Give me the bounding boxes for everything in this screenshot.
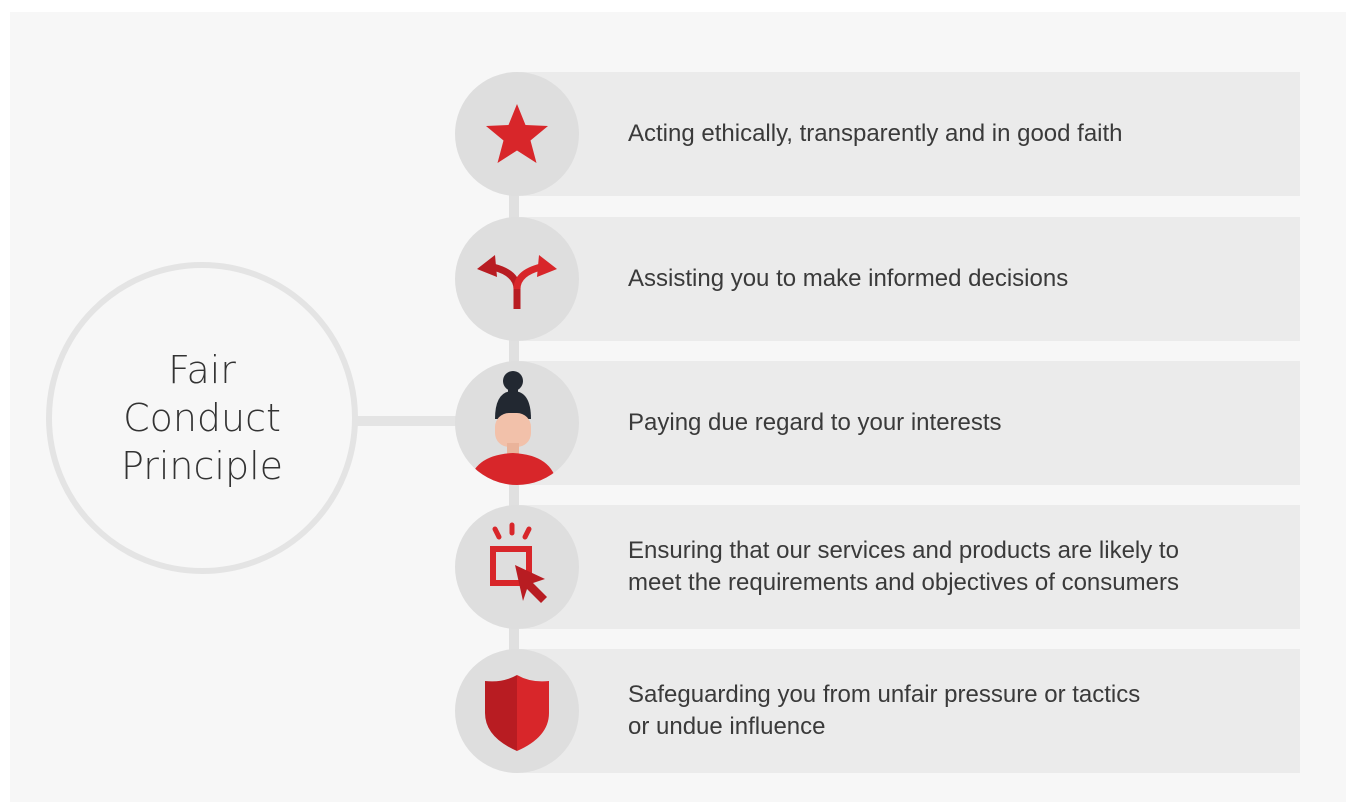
person-icon xyxy=(455,361,579,485)
principle-row-4: Ensuring that our services and products … xyxy=(516,505,1300,629)
principle-label: Assisting you to make informed decisions xyxy=(628,265,1069,292)
principle-label: Ensuring that our services and products … xyxy=(628,537,1179,596)
principle-row-5: Safeguarding you from unfair pressure or… xyxy=(516,649,1300,773)
principle-row-3: Paying due regard to your interests xyxy=(516,361,1300,485)
principle-row-2: Assisting you to make informed decisions xyxy=(516,217,1300,341)
star-icon xyxy=(455,72,579,196)
principle-label: Paying due regard to your interests xyxy=(628,409,1002,436)
diagram-title: Fair Conduct Principle xyxy=(120,348,284,488)
cursor-click-icon xyxy=(455,505,579,629)
principle-label: Acting ethically, transparently and in g… xyxy=(628,120,1123,147)
split-arrows-icon xyxy=(455,217,579,341)
center-circle: Fair Conduct Principle xyxy=(46,262,358,574)
principle-label: Safeguarding you from unfair pressure or… xyxy=(628,681,1141,740)
center-connector xyxy=(352,416,462,426)
principle-row-1: Acting ethically, transparently and in g… xyxy=(516,72,1300,196)
shield-icon xyxy=(455,649,579,773)
